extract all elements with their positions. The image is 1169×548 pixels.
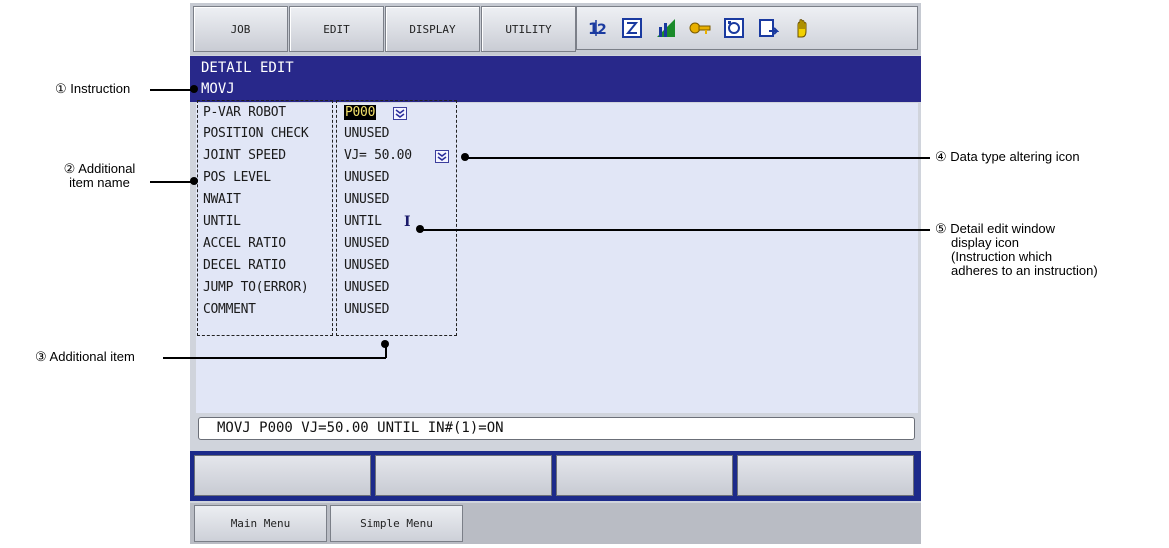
servo-icon — [723, 17, 745, 39]
callout-detail-window-icon-label: ⑤ Detail edit window display icon (Instr… — [935, 222, 1098, 278]
callout-line: item name — [69, 175, 130, 190]
callout-line: (Instruction which — [951, 249, 1053, 264]
callout-data-type-icon-label: ④ Data type altering icon — [935, 149, 1080, 164]
callout-leader-line — [150, 181, 194, 183]
function-key-4[interactable] — [737, 455, 914, 496]
hand-icon — [791, 17, 813, 39]
edit-mode-icon — [621, 17, 643, 39]
function-key-1[interactable] — [194, 455, 371, 496]
callout-dot — [190, 177, 198, 185]
signal-icon — [655, 17, 677, 39]
item-value-highlight-box — [336, 100, 457, 336]
instruction-command-line[interactable]: MOVJ P000 VJ=50.00 UNTIL IN#(1)=ON — [198, 417, 915, 440]
callout-leader-line — [420, 229, 930, 231]
svg-text:2: 2 — [597, 22, 607, 38]
callout-dot — [381, 340, 389, 348]
bottom-menu-bar: Main Menu Simple Menu — [190, 503, 921, 544]
utility-menu-button[interactable]: UTILITY — [481, 6, 576, 52]
key-icon — [689, 17, 711, 39]
display-menu-button[interactable]: DISPLAY — [385, 6, 480, 52]
callout-leader-line — [163, 357, 386, 359]
document-icon — [757, 17, 779, 39]
callout-leader-line — [465, 157, 930, 159]
title-bar: DETAIL EDIT MOVJ — [190, 56, 921, 102]
status-icon-area: 12 — [576, 6, 918, 50]
top-menu-bar: JOB EDIT DISPLAY UTILITY 12 — [190, 3, 921, 55]
function-key-3[interactable] — [556, 455, 733, 496]
window-title: DETAIL EDIT — [201, 60, 294, 76]
main-menu-button[interactable]: Main Menu — [194, 505, 327, 542]
callout-instruction-label: ① Instruction — [55, 81, 131, 96]
job-menu-button[interactable]: JOB — [193, 6, 288, 52]
sort-icon: 12 — [587, 17, 609, 39]
callout-line: adheres to an instruction) — [951, 263, 1098, 278]
simple-menu-button[interactable]: Simple Menu — [330, 505, 463, 542]
function-key-bar — [190, 451, 921, 501]
function-key-2[interactable] — [375, 455, 552, 496]
item-name-highlight-box — [197, 100, 333, 336]
callout-line: display icon — [951, 235, 1019, 250]
callout-line: ② Additional — [63, 161, 136, 176]
edit-menu-button[interactable]: EDIT — [289, 6, 384, 52]
callout-leader-line — [150, 89, 194, 91]
instruction-name: MOVJ — [201, 81, 235, 97]
callout-additional-item-label: ③ Additional item — [35, 349, 135, 364]
callout-line: ⑤ Detail edit window — [935, 221, 1056, 236]
callout-additional-item-name-label: ② Additional item name — [52, 162, 147, 190]
callout-dot — [190, 85, 198, 93]
